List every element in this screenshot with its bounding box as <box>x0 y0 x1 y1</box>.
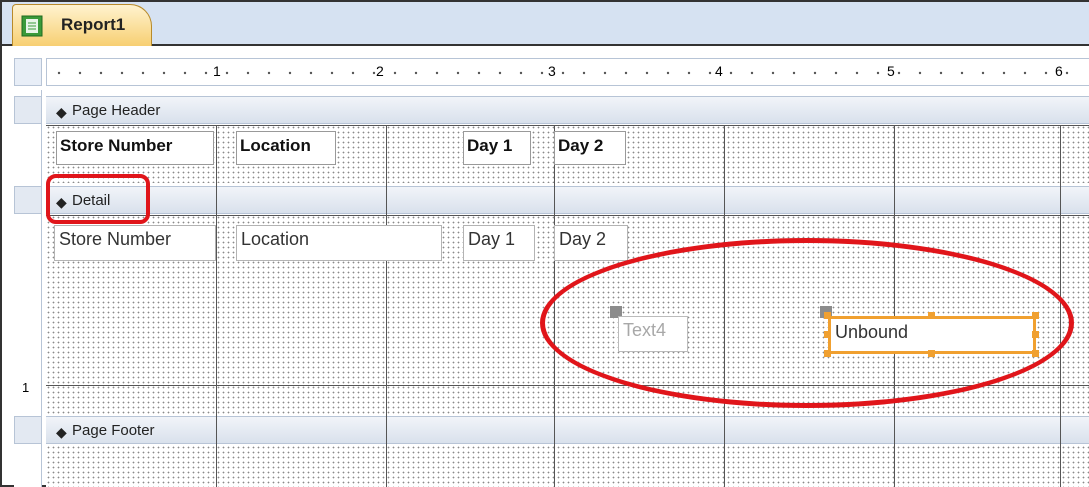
ruler-dot <box>1023 71 1027 75</box>
vertical-ruler-mark-1: 1 <box>22 380 30 395</box>
ruler-dot <box>120 71 124 75</box>
ruler-dot <box>960 71 964 75</box>
day1-textbox[interactable]: Day 1 <box>463 225 535 261</box>
ruler-dot <box>435 71 439 75</box>
ruler-dot <box>477 71 481 75</box>
detail-selector[interactable] <box>14 186 42 214</box>
ruler-dot <box>225 71 229 75</box>
ruler-dot <box>1044 71 1048 75</box>
ruler-dot <box>57 71 61 75</box>
page-header-bar[interactable]: ◆ Page Header <box>46 96 1089 124</box>
ruler-ticks <box>57 71 1069 75</box>
ruler-dot <box>519 71 523 75</box>
ruler-mark-3: 3 <box>548 63 556 79</box>
ruler-dot <box>666 71 670 75</box>
location-textbox[interactable]: Location <box>236 225 442 261</box>
ruler-dot <box>1065 71 1069 75</box>
new-controls-highlight-annotation <box>540 238 1074 408</box>
ruler-dot <box>309 71 313 75</box>
ruler-dot <box>141 71 145 75</box>
ruler-dot <box>78 71 82 75</box>
ruler-dot <box>99 71 103 75</box>
page-header-selector[interactable] <box>14 96 42 124</box>
ruler-dot <box>834 71 838 75</box>
ruler-dot <box>393 71 397 75</box>
ruler-dot <box>897 71 901 75</box>
ruler-mark-1: 1 <box>213 63 221 79</box>
grid-line <box>46 125 1089 126</box>
grid-line <box>46 215 1089 216</box>
ruler-dot <box>288 71 292 75</box>
report-selector[interactable] <box>14 58 42 86</box>
ruler-dot <box>918 71 922 75</box>
ruler-dot <box>540 71 544 75</box>
ruler-dot <box>372 71 376 75</box>
store-number-textbox[interactable]: Store Number <box>54 225 216 261</box>
ruler-dot <box>750 71 754 75</box>
ruler-dot <box>603 71 607 75</box>
ruler-dot <box>708 71 712 75</box>
ruler-mark-6: 6 <box>1055 63 1063 79</box>
ruler-dot <box>351 71 355 75</box>
ruler-dot <box>267 71 271 75</box>
report-icon <box>21 15 43 37</box>
ruler-dot <box>813 71 817 75</box>
ruler-mark-4: 4 <box>715 63 723 79</box>
collapse-arrow-icon: ◆ <box>56 104 67 120</box>
page-footer-bar[interactable]: ◆ Page Footer <box>46 416 1089 444</box>
location-header-label[interactable]: Location <box>236 131 336 165</box>
page-footer-title: Page Footer <box>72 422 155 439</box>
ruler-dot <box>981 71 985 75</box>
day2-textbox[interactable]: Day 2 <box>554 225 628 261</box>
report-tab-title: Report1 <box>61 15 126 34</box>
ruler-dot <box>498 71 502 75</box>
page-footer-grid[interactable] <box>46 445 1089 487</box>
ruler-dot <box>582 71 586 75</box>
grid-line <box>386 125 387 487</box>
ruler-dot <box>876 71 880 75</box>
ruler-dot <box>792 71 796 75</box>
ruler-dot <box>645 71 649 75</box>
ruler-dot <box>771 71 775 75</box>
ruler-dot <box>414 71 418 75</box>
ruler-dot <box>246 71 250 75</box>
ruler-dot <box>204 71 208 75</box>
document-tab-strip <box>0 0 1089 46</box>
ruler-dot <box>855 71 859 75</box>
ruler-dot <box>687 71 691 75</box>
collapse-arrow-icon: ◆ <box>56 424 67 440</box>
ruler-dot <box>456 71 460 75</box>
horizontal-ruler: 1 2 3 4 5 6 <box>46 58 1089 86</box>
ruler-dot <box>729 71 733 75</box>
ruler-mark-2: 2 <box>376 63 384 79</box>
ruler-mark-5: 5 <box>887 63 895 79</box>
report-tab[interactable]: Report1 <box>12 4 152 46</box>
detail-highlight-annotation <box>46 174 150 224</box>
ruler-dot <box>1002 71 1006 75</box>
store-number-header-label[interactable]: Store Number <box>56 131 214 165</box>
ruler-dot <box>624 71 628 75</box>
detail-bar[interactable]: ◆ Detail <box>46 186 1089 214</box>
page-header-title: Page Header <box>72 102 161 119</box>
ruler-dot <box>183 71 187 75</box>
ruler-dot <box>330 71 334 75</box>
day2-header-label[interactable]: Day 2 <box>554 131 626 165</box>
ruler-dot <box>162 71 166 75</box>
grid-line <box>216 125 217 487</box>
day1-header-label[interactable]: Day 1 <box>463 131 531 165</box>
ruler-dot <box>939 71 943 75</box>
ruler-dot <box>561 71 565 75</box>
page-footer-selector[interactable] <box>14 416 42 444</box>
